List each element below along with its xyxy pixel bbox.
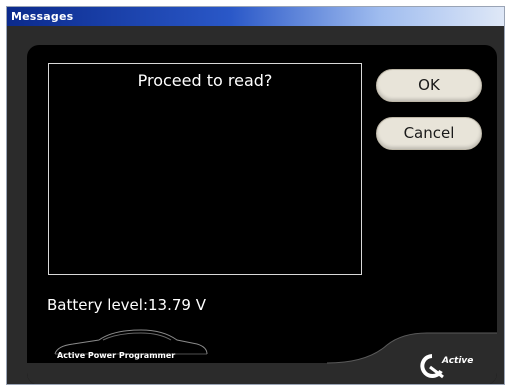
car-silhouette-icon [54, 329, 208, 355]
company-logo: Active [419, 353, 481, 379]
message-text: Proceed to read? [137, 71, 273, 90]
message-box: Proceed to read? [48, 63, 362, 275]
content-panel: Proceed to read? OK Cancel Battery level… [27, 45, 497, 384]
company-logo-text: Active [442, 356, 474, 366]
messages-dialog: Messages Proceed to read? OK Cancel Batt… [6, 6, 505, 385]
product-logo-text: Active Power Programmer [57, 351, 176, 360]
battery-level-label: Battery level:13.79 V [47, 296, 206, 314]
product-logo: Active Power Programmer [51, 320, 211, 368]
cancel-button[interactable]: Cancel [376, 117, 482, 150]
window-title: Messages [11, 10, 74, 23]
title-bar[interactable]: Messages [7, 7, 504, 26]
ok-button[interactable]: OK [376, 69, 482, 102]
